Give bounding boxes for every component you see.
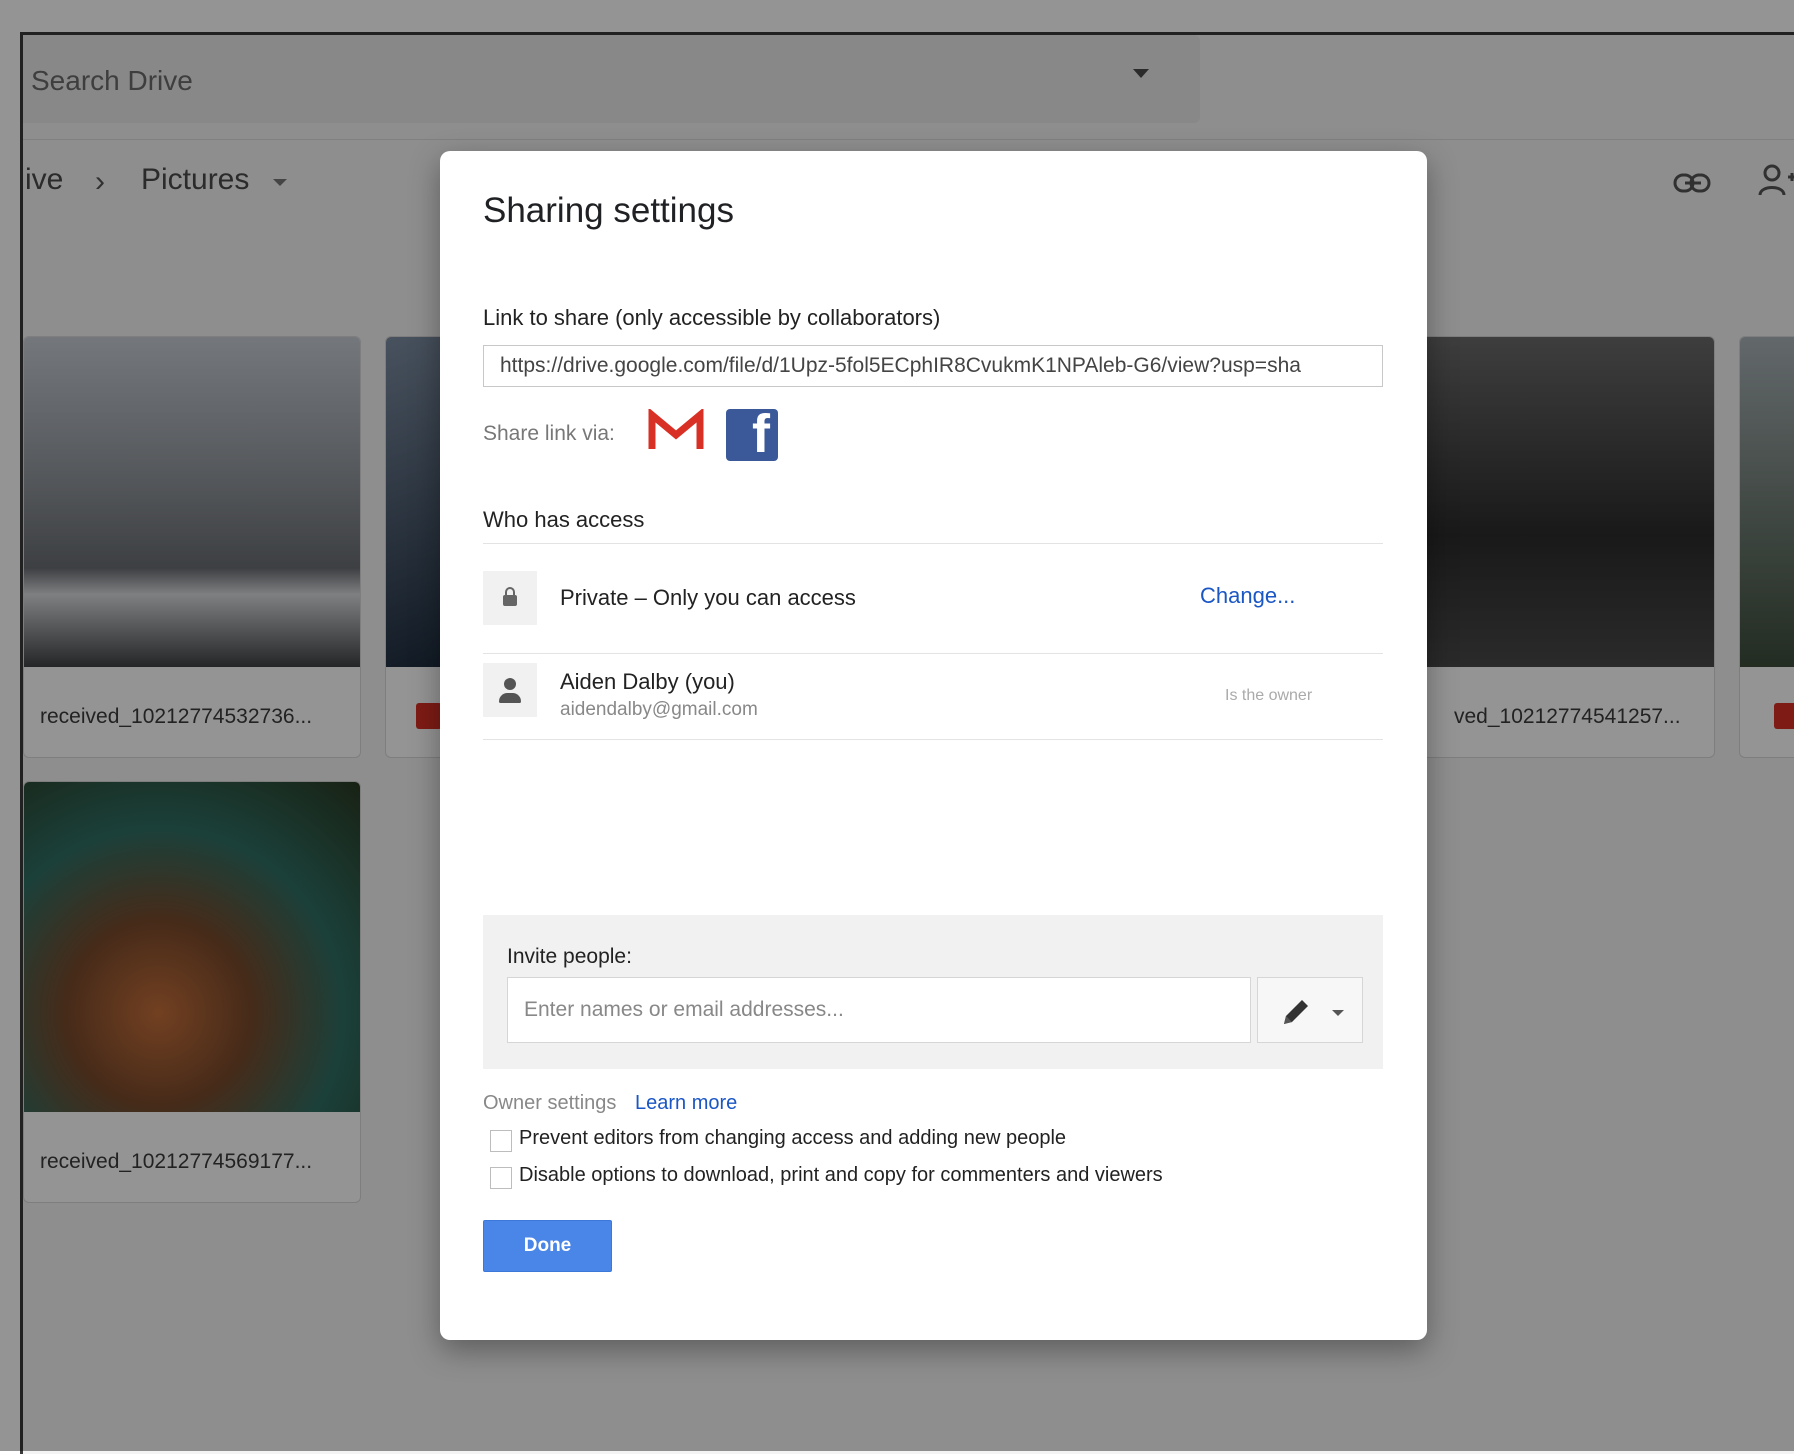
share-link-field[interactable]: https://drive.google.com/file/d/1Upz-5fo… [483, 345, 1383, 387]
invite-people-label: Invite people: [507, 945, 632, 968]
person-icon [483, 663, 537, 717]
owner-role: Is the owner [1225, 687, 1313, 704]
who-has-access-heading: Who has access [483, 507, 645, 532]
invite-people-panel: Invite people: Enter names or email addr… [483, 915, 1383, 1069]
learn-more-link[interactable]: Learn more [635, 1092, 737, 1115]
owner-settings-label: Owner settings [483, 1092, 617, 1114]
invite-people-input[interactable]: Enter names or email addresses... [507, 977, 1251, 1043]
access-level-text: Private – Only you can access [560, 585, 856, 610]
disable-download-label: Disable options to download, print and c… [519, 1164, 1163, 1186]
disable-download-checkbox[interactable] [490, 1167, 512, 1189]
link-to-share-label: Link to share (only accessible by collab… [483, 305, 941, 330]
divider [483, 543, 1383, 544]
divider [483, 739, 1383, 740]
share-via-label: Share link via: [483, 422, 615, 445]
permission-dropdown-button[interactable] [1257, 977, 1363, 1043]
facebook-icon[interactable]: f [726, 404, 778, 464]
done-button[interactable]: Done [483, 1220, 612, 1272]
owner-name: Aiden Dalby (you) [560, 669, 735, 694]
owner-email: aidendalby@gmail.com [560, 699, 758, 720]
prevent-editors-label: Prevent editors from changing access and… [519, 1127, 1067, 1149]
sharing-settings-dialog: Sharing settings Link to share (only acc… [440, 151, 1427, 1340]
pencil-icon [1284, 1000, 1308, 1024]
lock-icon [483, 571, 537, 625]
divider [483, 653, 1383, 654]
prevent-editors-checkbox[interactable] [490, 1130, 512, 1152]
chevron-down-icon [1332, 1010, 1344, 1016]
gmail-icon[interactable] [648, 409, 704, 451]
change-access-link[interactable]: Change... [1200, 583, 1295, 609]
dialog-title: Sharing settings [483, 191, 734, 230]
